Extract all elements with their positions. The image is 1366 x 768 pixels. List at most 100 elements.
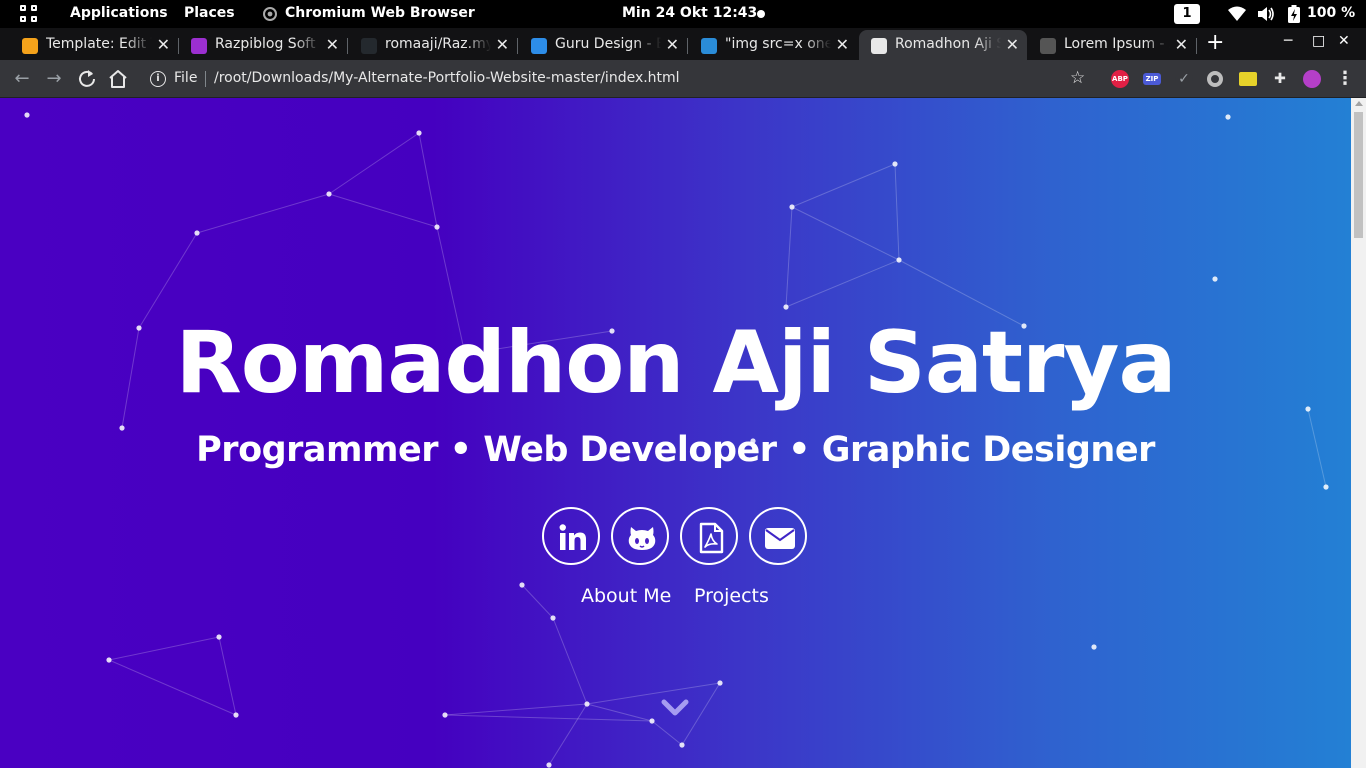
browser-menu-icon[interactable]: ⋮ xyxy=(1334,68,1356,90)
page-scrollbar[interactable] xyxy=(1351,98,1366,768)
workspace-indicator[interactable]: 1 xyxy=(1174,4,1200,24)
scroll-up-arrow-icon[interactable] xyxy=(1355,101,1363,106)
particle-link xyxy=(785,206,793,308)
browser-tab[interactable]: "img src=x onerr ✕ xyxy=(689,30,857,60)
portfolio-favicon xyxy=(871,38,887,54)
email-button[interactable] xyxy=(749,507,807,565)
wifi-icon[interactable] xyxy=(1228,6,1246,22)
tab-title: Lorem Ipsum - A xyxy=(1064,36,1170,52)
clock[interactable]: Min 24 Okt 12:43 xyxy=(622,5,757,21)
particle-link xyxy=(548,703,588,766)
particle-dot xyxy=(194,230,200,236)
forward-arrow-icon[interactable]: → xyxy=(43,68,65,90)
bookmark-star-icon[interactable]: ☆ xyxy=(1070,68,1085,88)
particle-link xyxy=(791,206,900,261)
particle-dot xyxy=(519,582,525,588)
particle-dot xyxy=(233,712,239,718)
particle-dot xyxy=(649,718,655,724)
tab-strip: Template: Edit T ✕ Razpiblog Soft | ✕ romaaj… xyxy=(0,28,1366,60)
particle-dot xyxy=(783,304,789,310)
tab-title: "img src=x onerr xyxy=(725,36,831,52)
particle-link xyxy=(444,714,653,722)
home-icon[interactable] xyxy=(107,68,129,90)
particle-link xyxy=(586,703,653,722)
site-info-icon[interactable]: i xyxy=(150,71,166,87)
particle-dot xyxy=(434,224,440,230)
url-text[interactable]: /root/Downloads/My-Alternate-Portfolio-W… xyxy=(214,70,680,86)
guru-design-favicon xyxy=(531,38,547,54)
tab-title: Romadhon Aji S xyxy=(895,36,1001,52)
browser-toolbar: ← → i File /root/Downloads/My-Alternate-… xyxy=(0,60,1366,98)
close-window-icon[interactable]: ✕ xyxy=(1338,33,1350,49)
scroll-thumb[interactable] xyxy=(1354,112,1363,238)
tab-title: Razpiblog Soft | xyxy=(215,36,321,52)
particle-dot xyxy=(1212,276,1218,282)
puzzle-extensions-icon[interactable]: ✚ xyxy=(1271,70,1289,88)
particle-dot xyxy=(24,112,30,118)
particle-link xyxy=(586,682,721,705)
github-icon xyxy=(628,527,656,550)
particle-link xyxy=(328,193,438,228)
maximize-window-icon[interactable]: □ xyxy=(1312,33,1325,49)
tab-separator xyxy=(347,38,348,54)
particle-dot xyxy=(584,701,590,707)
tab-title: romaaji/Raz.my xyxy=(385,36,491,52)
checkmark-extension-icon[interactable]: ✓ xyxy=(1175,70,1193,88)
particle-dot xyxy=(896,257,902,263)
projects-link[interactable]: Projects xyxy=(694,585,769,607)
browser-tab[interactable]: Lorem Ipsum - A ✕ xyxy=(1028,30,1197,60)
volume-icon[interactable] xyxy=(1257,6,1275,22)
particle-link xyxy=(196,193,330,234)
particle-dot xyxy=(326,191,332,197)
portfolio-hero-section: Romadhon Aji Satrya Programmer • Web Dev… xyxy=(0,98,1351,768)
particle-dot xyxy=(717,680,723,686)
browser-tab[interactable]: Romadhon Aji S ✕ xyxy=(859,30,1027,60)
browser-tab[interactable]: Razpiblog Soft | ✕ xyxy=(179,30,348,60)
chromium-icon xyxy=(263,7,277,21)
scheme-label: File xyxy=(174,70,198,86)
back-arrow-icon[interactable]: ← xyxy=(11,68,33,90)
particle-link xyxy=(418,132,438,228)
particle-dot xyxy=(550,615,556,621)
particle-link xyxy=(521,584,554,619)
new-tab-plus-icon[interactable]: + xyxy=(1206,30,1224,55)
places-menu[interactable]: Places xyxy=(184,5,235,21)
scroll-down-chevron-icon[interactable] xyxy=(661,698,689,718)
particle-dot xyxy=(1091,644,1097,650)
tab-close-icon[interactable]: ✕ xyxy=(836,35,849,54)
circle-extension-icon[interactable] xyxy=(1207,71,1223,87)
active-app-menu[interactable]: Chromium Web Browser xyxy=(263,5,475,21)
zip-extension-icon[interactable]: ZIP xyxy=(1143,73,1161,85)
particle-dot xyxy=(679,742,685,748)
github-button[interactable] xyxy=(611,507,669,565)
browser-tab[interactable]: Guru Design - B ✕ xyxy=(519,30,688,60)
hero-name-heading: Romadhon Aji Satrya xyxy=(175,313,1176,413)
reload-icon[interactable] xyxy=(76,68,98,90)
resume-pdf-button[interactable] xyxy=(680,507,738,565)
adblock-plus-icon[interactable]: ABP xyxy=(1111,70,1129,88)
minimize-window-icon[interactable]: ─ xyxy=(1284,33,1292,49)
yellow-extension-icon[interactable] xyxy=(1239,72,1257,86)
particle-dot xyxy=(106,657,112,663)
about-me-link[interactable]: About Me xyxy=(581,585,671,607)
address-bar[interactable]: i File /root/Downloads/My-Alternate-Port… xyxy=(142,65,1098,93)
browser-tab[interactable]: Template: Edit T ✕ xyxy=(10,30,179,60)
applications-menu[interactable]: Applications xyxy=(70,5,168,21)
tab-close-icon[interactable]: ✕ xyxy=(326,35,339,54)
browser-tab[interactable]: romaaji/Raz.my ✕ xyxy=(349,30,518,60)
hero-roles-subtitle: Programmer • Web Developer • Graphic Des… xyxy=(196,430,1155,470)
tab-close-icon[interactable]: ✕ xyxy=(1006,35,1019,54)
particle-link xyxy=(108,636,220,661)
system-top-bar: Applications Places Chromium Web Browser… xyxy=(0,0,1366,28)
pdf-resume-icon xyxy=(699,522,724,554)
app-grid-icon[interactable] xyxy=(20,5,38,23)
particle-dot xyxy=(442,712,448,718)
tab-close-icon[interactable]: ✕ xyxy=(157,35,170,54)
profile-avatar-icon[interactable] xyxy=(1303,70,1321,88)
tab-close-icon[interactable]: ✕ xyxy=(1175,35,1188,54)
tab-close-icon[interactable]: ✕ xyxy=(666,35,679,54)
battery-icon[interactable] xyxy=(1288,5,1300,23)
tab-close-icon[interactable]: ✕ xyxy=(496,35,509,54)
linkedin-button[interactable] xyxy=(542,507,600,565)
linkedin-icon xyxy=(559,524,586,550)
